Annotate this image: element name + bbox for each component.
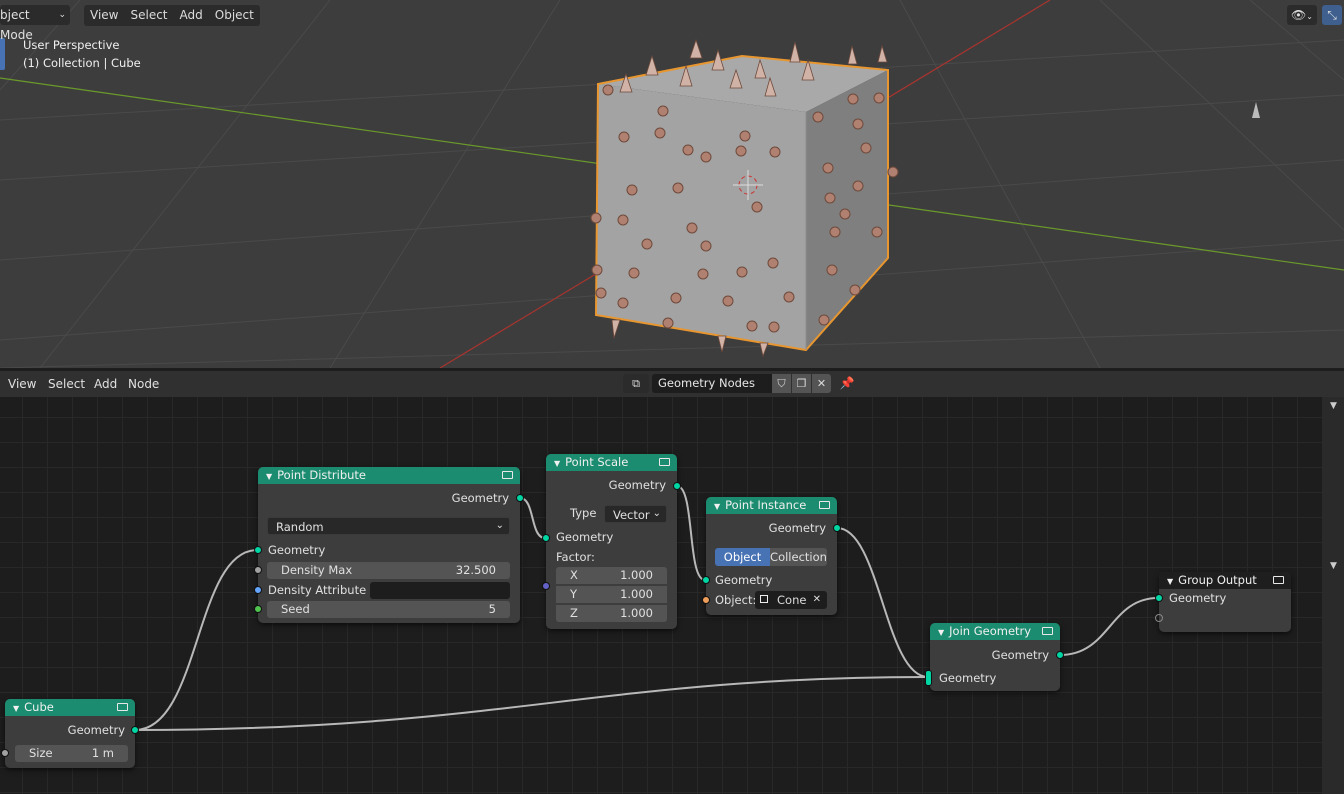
node-point-distribute[interactable]: ▼ Point Distribute Geometry Random ⌄ Geom… [258, 467, 520, 623]
node-group-output-empty-socket[interactable] [1155, 614, 1163, 622]
screen-icon[interactable] [117, 703, 128, 711]
factor-z-value: 1.000 [620, 606, 653, 620]
node-cube-header[interactable]: ▼ Cube [5, 699, 135, 716]
node-point-distribute-geometry-output-socket[interactable] [516, 494, 524, 502]
object-picker-field[interactable]: Cone ✕ [755, 591, 827, 609]
collapse-triangle-icon[interactable]: ▼ [714, 502, 720, 511]
node-cube-size-input-socket[interactable] [1, 749, 9, 757]
scale-type-value: Vector [613, 508, 650, 522]
node-point-instance[interactable]: ▼ Point Instance Geometry Object Collecti… [706, 497, 837, 615]
scale-type-dropdown[interactable]: Vector ⌄ [604, 505, 667, 523]
size-label: Size [29, 746, 53, 760]
chevron-down-icon: ⌄ [652, 508, 661, 519]
node-join-geometry-output-socket[interactable] [1056, 651, 1064, 659]
object-picker-value: Cone [777, 593, 807, 607]
screen-icon[interactable] [819, 501, 830, 509]
seed-socket[interactable] [254, 605, 262, 613]
node-point-scale-header[interactable]: ▼ Point Scale [546, 454, 677, 471]
seed-label: Seed [281, 602, 310, 616]
node-point-scale-output-label: Geometry [608, 478, 666, 492]
distribution-method-value: Random [276, 520, 324, 534]
factor-x-label: X [570, 568, 578, 582]
factor-y-label: Y [570, 587, 578, 601]
collapse-triangle-icon[interactable]: ▼ [554, 459, 560, 468]
link-join-to-output [1059, 597, 1159, 656]
node-group-output-geometry-socket[interactable] [1155, 594, 1163, 602]
density-max-label: Density Max [281, 563, 353, 577]
collapse-triangle-icon[interactable]: ▼ [1167, 577, 1173, 586]
factor-x-value: 1.000 [620, 568, 653, 582]
node-group-output-input-label: Geometry [1169, 591, 1227, 605]
node-cube-size-field[interactable]: Size 1 m [15, 745, 128, 762]
collapse-triangle-icon[interactable]: ▼ [13, 704, 19, 713]
node-point-distribute-title: Point Distribute [277, 468, 367, 482]
node-join-geometry-output-label: Geometry [991, 648, 1049, 662]
object-label: Object: [715, 593, 757, 607]
node-point-instance-input-label: Geometry [715, 573, 773, 587]
node-point-instance-geometry-output-socket[interactable] [833, 524, 841, 532]
node-point-instance-header[interactable]: ▼ Point Instance [706, 497, 837, 514]
node-links [134, 485, 1159, 731]
density-max-socket[interactable] [254, 566, 262, 574]
instance-type-object-tab[interactable]: Object [715, 548, 770, 566]
factor-y-field[interactable]: Y 1.000 [556, 586, 667, 603]
collapse-triangle-icon[interactable]: ▼ [266, 472, 272, 481]
node-cube-geometry-output-socket[interactable] [131, 726, 139, 734]
node-point-distribute-output-label: Geometry [451, 491, 509, 505]
node-cube[interactable]: ▼ Cube Geometry Size 1 m [5, 699, 135, 768]
object-square-icon [760, 595, 768, 603]
node-point-scale-title: Point Scale [565, 455, 629, 469]
screen-icon[interactable] [1273, 576, 1284, 584]
node-join-geometry-input-label: Geometry [939, 671, 997, 685]
collapse-triangle-icon[interactable]: ▼ [938, 628, 944, 637]
node-join-geometry[interactable]: ▼ Join Geometry Geometry Geometry [930, 623, 1060, 691]
factor-z-label: Z [570, 606, 578, 620]
factor-y-value: 1.000 [620, 587, 653, 601]
link-cube-to-distribute [134, 549, 258, 731]
node-point-instance-output-label: Geometry [768, 521, 826, 535]
link-cube-to-join [134, 676, 929, 731]
density-attribute-field[interactable] [370, 582, 510, 599]
factor-label: Factor: [556, 550, 595, 564]
density-max-value: 32.500 [455, 563, 496, 577]
density-attribute-socket[interactable] [254, 586, 262, 594]
screen-icon[interactable] [659, 458, 670, 466]
link-distribute-to-scale [519, 497, 546, 539]
object-input-socket[interactable] [702, 596, 710, 604]
link-instance-to-join [836, 527, 929, 678]
node-point-instance-geometry-input-socket[interactable] [702, 576, 710, 584]
node-cube-title: Cube [24, 700, 54, 714]
node-point-distribute-header[interactable]: ▼ Point Distribute [258, 467, 520, 484]
density-attribute-label: Density Attribute [268, 583, 367, 597]
node-join-geometry-header[interactable]: ▼ Join Geometry [930, 623, 1060, 640]
node-point-scale-input-label: Geometry [556, 530, 614, 544]
instance-type-collection-tab[interactable]: Collection [770, 548, 827, 566]
node-group-output-header[interactable]: ▼ Group Output [1159, 572, 1291, 589]
node-point-scale-geometry-input-socket[interactable] [542, 534, 550, 542]
close-icon[interactable]: ✕ [813, 591, 821, 609]
node-point-distribute-input-label: Geometry [268, 543, 326, 557]
factor-x-field[interactable]: X 1.000 [556, 567, 667, 584]
node-point-scale[interactable]: ▼ Point Scale Geometry Type Vector ⌄ Geom… [546, 454, 677, 629]
factor-z-field[interactable]: Z 1.000 [556, 605, 667, 622]
node-point-distribute-geometry-input-socket[interactable] [254, 546, 262, 554]
seed-field[interactable]: Seed 5 [267, 601, 510, 618]
node-cube-output-label: Geometry [67, 723, 125, 737]
factor-input-socket[interactable] [542, 582, 550, 590]
link-scale-to-instance [676, 485, 706, 581]
node-join-geometry-multi-input-socket[interactable] [925, 670, 932, 686]
node-join-geometry-title: Join Geometry [949, 624, 1032, 638]
distribution-method-dropdown[interactable]: Random ⌄ [267, 517, 510, 535]
node-group-output-title: Group Output [1178, 573, 1257, 587]
node-point-instance-title: Point Instance [725, 498, 807, 512]
node-group-output[interactable]: ▼ Group Output Geometry [1159, 572, 1291, 632]
scale-type-label: Type [570, 506, 597, 520]
seed-value: 5 [488, 602, 496, 616]
size-value: 1 m [91, 746, 114, 760]
density-max-field[interactable]: Density Max 32.500 [267, 562, 510, 579]
screen-icon[interactable] [502, 471, 513, 479]
chevron-down-icon: ⌄ [495, 520, 504, 531]
node-point-scale-geometry-output-socket[interactable] [673, 482, 681, 490]
screen-icon[interactable] [1042, 627, 1053, 635]
